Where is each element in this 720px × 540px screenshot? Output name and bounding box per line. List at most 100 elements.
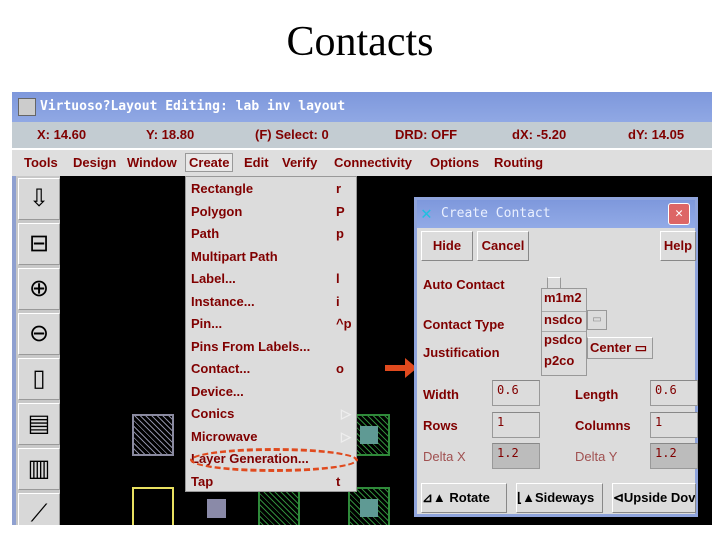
- close-button[interactable]: ✕: [668, 203, 690, 225]
- layout-shape[interactable]: [207, 499, 226, 518]
- layout-shape[interactable]: [348, 487, 390, 525]
- app-icon: [18, 98, 36, 116]
- contact-type-list: m1m2 nsdco psdco p2co: [541, 288, 587, 376]
- length-label: Length: [575, 387, 619, 402]
- sideways-button[interactable]: ⌊▲Sideways: [516, 483, 603, 513]
- justification-value: Center: [590, 340, 632, 355]
- menu-item-label: Multipart Path: [191, 248, 278, 264]
- width-input[interactable]: 0.6: [492, 380, 540, 406]
- menu-item-label: Polygon: [191, 203, 243, 219]
- length-input[interactable]: 0.6: [650, 380, 698, 406]
- menu-item-accelerator: P: [336, 203, 345, 219]
- status-select: (F) Select: 0: [255, 127, 329, 142]
- menu-item-label: Device...: [191, 383, 244, 399]
- create-menu-item[interactable]: Path p: [191, 226, 351, 248]
- menu-create[interactable]: Create: [185, 153, 234, 172]
- menu-options[interactable]: Options: [430, 155, 479, 170]
- menu-item-accelerator: ^p: [336, 316, 352, 331]
- rows-input[interactable]: 1: [492, 412, 540, 438]
- menu-tools[interactable]: Tools: [24, 155, 58, 170]
- zoom-in-icon[interactable]: ⊕: [18, 268, 60, 310]
- rotate-icon: ⊿▲: [422, 490, 446, 505]
- create-menu-item[interactable]: Conics ▷: [191, 406, 351, 428]
- create-menu-item[interactable]: Device...: [191, 384, 351, 406]
- save-icon[interactable]: ⇩: [18, 178, 60, 220]
- submenu-arrow-icon: ▷: [341, 428, 351, 444]
- create-menu-item[interactable]: Contact... o: [191, 361, 351, 383]
- width-label: Width: [423, 387, 459, 402]
- justification-dropdown[interactable]: Center ▭: [587, 337, 653, 359]
- menu-item-accelerator: p: [336, 226, 344, 241]
- create-menu-item[interactable]: Label... l: [191, 271, 351, 293]
- fit-icon[interactable]: ⊟: [18, 223, 60, 265]
- menu-item-label: Pins From Labels...: [191, 338, 311, 354]
- menu-item-accelerator: l: [336, 271, 340, 286]
- justification-label: Justification: [423, 345, 500, 360]
- hide-button[interactable]: Hide: [421, 231, 473, 261]
- status-y: Y: 18.80: [146, 127, 195, 142]
- upside-down-button[interactable]: ⊲Upside Dov: [612, 483, 696, 513]
- rows-label: Rows: [423, 418, 458, 433]
- ruler-icon[interactable]: ⟋: [18, 493, 60, 525]
- create-menu-item[interactable]: Rectangle r: [191, 181, 351, 203]
- menu-verify[interactable]: Verify: [282, 155, 317, 170]
- upside-down-icon: ⊲: [613, 490, 624, 505]
- create-menu: Rectangle r Polygon P Path p Multipart Path Lab…: [185, 176, 357, 492]
- create-menu-item[interactable]: Pins From Labels...: [191, 339, 351, 361]
- menu-item-label: Path: [191, 226, 220, 241]
- status-dx: dX: -5.20: [512, 127, 567, 142]
- layout-shape[interactable]: [132, 414, 174, 456]
- contact-option[interactable]: psdco: [542, 332, 586, 353]
- create-menu-item[interactable]: Pin... ^p: [191, 316, 352, 338]
- window-titlebar: Virtuoso?Layout Editing: lab inv layout: [12, 92, 712, 122]
- submenu-arrow-icon: ▷: [341, 406, 351, 421]
- create-menu-item[interactable]: Tap t: [191, 474, 351, 496]
- menu-connectivity[interactable]: Connectivity: [334, 155, 412, 170]
- highlight-oval: [190, 448, 358, 472]
- menu-item-label: Contact...: [191, 361, 251, 376]
- layout-shape[interactable]: [132, 487, 174, 525]
- menu-item-label: Microwave: [191, 428, 258, 444]
- menu-item-label: Label...: [191, 271, 236, 286]
- contact-type-dropdown-icon[interactable]: ▭: [587, 310, 607, 330]
- menu-item-accelerator: o: [336, 361, 344, 376]
- delta-y-input[interactable]: 1.2: [650, 443, 698, 469]
- menu-item-label: Pin...: [191, 316, 223, 331]
- create-menu-item[interactable]: Multipart Path: [191, 249, 351, 271]
- menu-bar: Tools Design Window Create Edit Verify C…: [12, 148, 712, 176]
- slide-title: Contacts: [286, 19, 434, 65]
- menu-edit[interactable]: Edit: [244, 155, 269, 170]
- menu-item-label: Conics: [191, 406, 235, 421]
- status-dy: dY: 14.05: [628, 127, 685, 142]
- delta-x-input[interactable]: 1.2: [492, 443, 540, 469]
- rotate-label: Rotate: [449, 490, 490, 505]
- dialog-titlebar: ✕ Create Contact ✕: [417, 200, 695, 228]
- rotate-button[interactable]: ⊿▲ Rotate: [421, 483, 507, 513]
- x-logo-icon: ✕: [421, 203, 432, 224]
- tool-palette: ⇩ ⊟ ⊕ ⊖ ▯ ▤ ▥ ⟋: [12, 176, 60, 525]
- contact-option[interactable]: p2co: [542, 353, 586, 374]
- columns-input[interactable]: 1: [650, 412, 698, 438]
- sideways-label: Sideways: [534, 490, 595, 505]
- menu-window[interactable]: Window: [127, 155, 177, 170]
- upside-down-label: Upside Dov: [623, 490, 696, 505]
- select-rows-icon[interactable]: ▤: [18, 403, 60, 445]
- help-button[interactable]: Help: [660, 231, 696, 261]
- contact-option-selected[interactable]: nsdco: [542, 311, 586, 332]
- select-area-icon[interactable]: ▯: [18, 358, 60, 400]
- create-menu-item[interactable]: Instance... i: [191, 294, 351, 316]
- menu-design[interactable]: Design: [73, 155, 116, 170]
- contact-option[interactable]: m1m2: [542, 290, 586, 311]
- create-contact-dialog: ✕ Create Contact ✕ Hide Cancel Help Auto …: [414, 197, 698, 517]
- menu-item-accelerator: r: [336, 181, 342, 196]
- status-bar: X: 14.60 Y: 18.80 (F) Select: 0 DRD: OFF…: [12, 122, 712, 148]
- cancel-button[interactable]: Cancel: [477, 231, 529, 261]
- select-partial-icon[interactable]: ▥: [18, 448, 60, 490]
- zoom-out-icon[interactable]: ⊖: [18, 313, 60, 355]
- auto-contact-label: Auto Contact: [423, 277, 505, 292]
- menu-routing[interactable]: Routing: [494, 155, 543, 170]
- create-menu-item[interactable]: Polygon P: [191, 204, 351, 226]
- columns-label: Columns: [575, 418, 631, 433]
- contact-type-label: Contact Type: [423, 317, 505, 332]
- status-x: X: 14.60: [37, 127, 87, 142]
